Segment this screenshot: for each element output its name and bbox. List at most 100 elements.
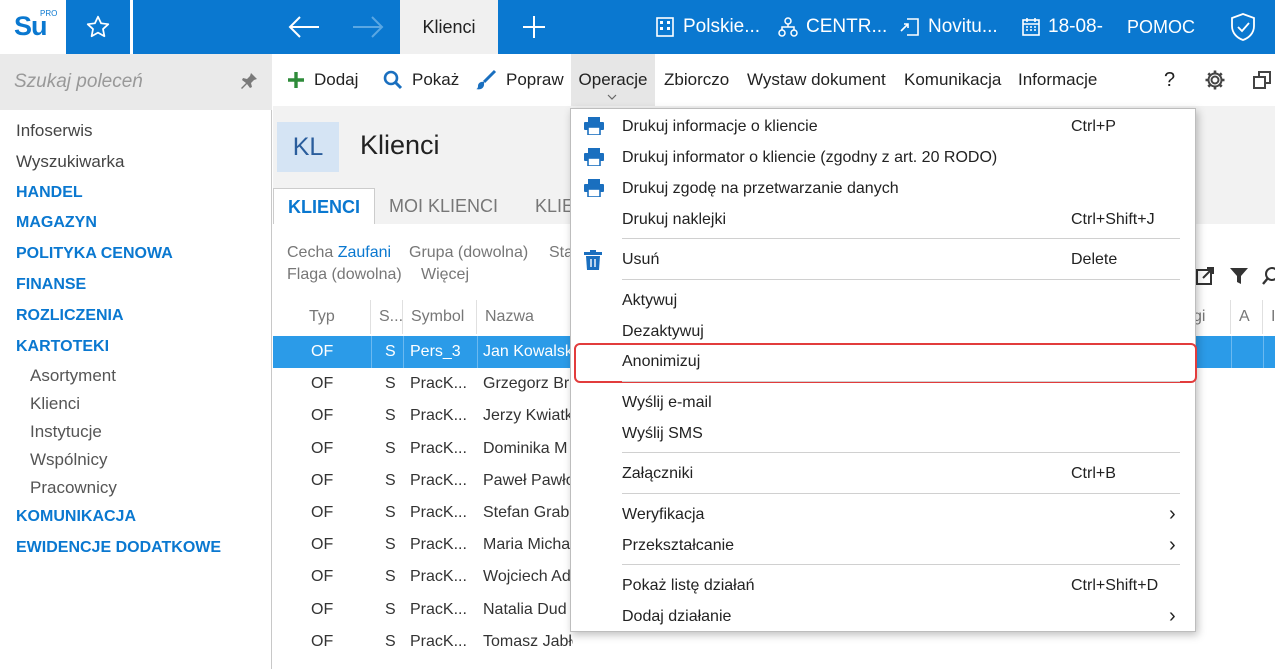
sidebar-item-polityka-cenowa[interactable]: POLITYKA CENOWA [0,239,272,270]
filter-button[interactable] [1229,266,1249,291]
edit-button[interactable]: Popraw [475,54,564,106]
menu-item-anonimizuj[interactable]: Anonimizuj [571,346,1195,377]
sidebar-item-kartoteki[interactable]: KARTOTEKI [0,332,272,363]
sidebar-item-pracownicy[interactable]: Pracownicy [0,474,272,502]
column-typ[interactable]: Typ [301,300,371,334]
cell-typ: OF [311,568,334,586]
new-tab-button[interactable] [502,0,566,54]
communication-menu-button[interactable]: Komunikacja [904,54,1001,106]
issue-document-button[interactable]: Wystaw dokument [747,54,886,106]
forward-button[interactable] [336,0,400,54]
plus-icon [288,72,304,88]
feature-filter-value: Zaufani [337,244,392,261]
sidebar-item-wyszukiwarka[interactable]: Wyszukiwarka [0,147,272,178]
user-name: Novitu... [928,16,998,37]
menu-item-drukuj-informator-o-kliencie-zgodny-z-art-20-rodo[interactable]: Drukuj informator o kliencie (zgodny z a… [571,142,1195,173]
help-button[interactable]: ? [1164,54,1175,106]
group-filter[interactable]: Grupa (dowolna) [409,244,528,262]
search-icon [383,70,403,90]
menu-item-label: Usuń [622,251,660,268]
menu-item-przekształcanie[interactable]: Przekształcanie › [571,530,1195,561]
cell-divider [371,336,372,368]
search-grid-button[interactable] [1261,266,1275,291]
menu-separator [622,238,1180,239]
security-button[interactable] [1211,0,1275,54]
flag-filter[interactable]: Flaga (dowolna) [287,266,402,284]
menu-item-dodaj-działanie[interactable]: Dodaj działanie › [571,601,1195,632]
operations-menu-button[interactable]: Operacje [571,54,655,106]
column-a[interactable]: A [1231,300,1263,334]
cell-symbol: PracK... [410,503,467,521]
plus-icon [523,16,545,38]
page-title: Klienci [360,130,440,160]
command-search-input[interactable] [14,68,234,96]
sidebar-item-handel[interactable]: HANDEL [0,178,272,209]
show-button[interactable]: Pokaż [383,54,459,106]
menu-item-drukuj-naklejki[interactable]: Drukuj naklejki Ctrl+Shift+J [571,204,1195,235]
restore-window-button[interactable] [1252,54,1272,106]
collective-menu-button[interactable]: Zbiorczo [664,54,729,106]
company-selector[interactable]: Polskie... [654,0,760,54]
menu-item-label: Drukuj informator o kliencie (zgodny z a… [622,149,998,166]
sidebar-item-klienci[interactable]: Klienci [0,390,272,418]
column-s[interactable]: S... [371,300,403,334]
app-logo[interactable]: Su PRO [0,0,66,54]
menu-item-załączniki[interactable]: Załączniki Ctrl+B [571,458,1195,489]
user-selector[interactable]: Novitu... [899,0,998,54]
back-button[interactable] [272,0,336,54]
export-button[interactable] [1195,266,1215,291]
sidebar-item-wspólnicy[interactable]: Wspólnicy [0,446,272,474]
feature-filter[interactable]: Cecha Zaufani [287,244,391,262]
settings-button[interactable] [1204,54,1226,106]
tab-klienci-list[interactable]: KLIENCI [273,188,375,225]
cell-s: S [385,439,396,457]
sidebar-item-infoserwis[interactable]: Infoserwis [0,116,272,147]
column-i[interactable]: I [1263,300,1275,334]
tab-klienci[interactable]: Klienci [400,0,498,54]
separator [130,0,133,54]
sidebar-item-ewidencje-dodatkowe[interactable]: EWIDENCJE DODATKOWE [0,533,272,564]
sidebar-item-finanse[interactable]: FINANSE [0,270,272,301]
tab-moi-klienci[interactable]: MOI KLIENCI [375,188,512,225]
menu-item-pokaż-listę-działań[interactable]: Pokaż listę działań Ctrl+Shift+D [571,570,1195,601]
cell-s: S [385,536,396,554]
more-filters-link[interactable]: Więcej [421,266,469,284]
menu-item-label: Wyślij SMS [622,425,703,442]
column-symbol[interactable]: Symbol [403,300,477,334]
cell-symbol: Pers_3 [410,343,461,360]
sidebar-item-magazyn[interactable]: MAGAZYN [0,208,272,239]
information-menu-button[interactable]: Informacje [1018,54,1097,106]
arrow-right-icon [353,16,384,38]
add-button[interactable]: Dodaj [287,54,358,106]
menu-item-drukuj-zgodę-na-przetwarzanie-danych[interactable]: Drukuj zgodę na przetwarzanie danych [571,173,1195,204]
column-nazwa[interactable]: Nazwa [477,300,577,334]
cell-typ: OF [311,471,334,489]
command-search [0,54,272,110]
menu-separator [622,493,1180,494]
help-link[interactable]: POMOC [1127,0,1195,54]
add-label: Dodaj [314,70,359,89]
sidebar-item-instytucje[interactable]: Instytucje [0,418,272,446]
menu-item-wyślij-sms[interactable]: Wyślij SMS [571,418,1195,449]
trash-icon [584,250,602,275]
favorites-button[interactable] [66,0,130,54]
pin-icon[interactable] [240,72,258,90]
sidebar-item-rozliczenia[interactable]: ROZLICZENIA [0,301,272,332]
menu-separator [622,452,1180,453]
sidebar-item-asortyment[interactable]: Asortyment [0,362,272,390]
warehouse-selector[interactable]: CENTR... [777,0,887,54]
menu-item-aktywuj[interactable]: Aktywuj [571,285,1195,316]
menu-item-wyślij-e-mail[interactable]: Wyślij e-mail [571,387,1195,418]
menu-item-label: Drukuj naklejki [622,211,727,228]
menu-item-drukuj-informacje-o-kliencie[interactable]: Drukuj informacje o kliencie Ctrl+P [571,111,1195,142]
cell-divider [403,336,404,368]
menu-item-usuń[interactable]: Usuń Delete [571,244,1195,275]
sidebar-item-komunikacja[interactable]: KOMUNIKACJA [0,502,272,533]
shield-check-icon [1231,13,1255,41]
menu-item-dezaktywuj[interactable]: Dezaktywuj [571,316,1195,347]
menu-item-weryfikacja[interactable]: Weryfikacja › [571,499,1195,530]
menu-item-shortcut: Ctrl+Shift+D [1071,577,1159,594]
date-selector[interactable]: 18-08- [1021,0,1103,54]
sidebar: InfoserwisWyszukiwarkaHANDELMAGAZYNPOLIT… [0,54,272,669]
cell-typ: OF [311,407,334,425]
